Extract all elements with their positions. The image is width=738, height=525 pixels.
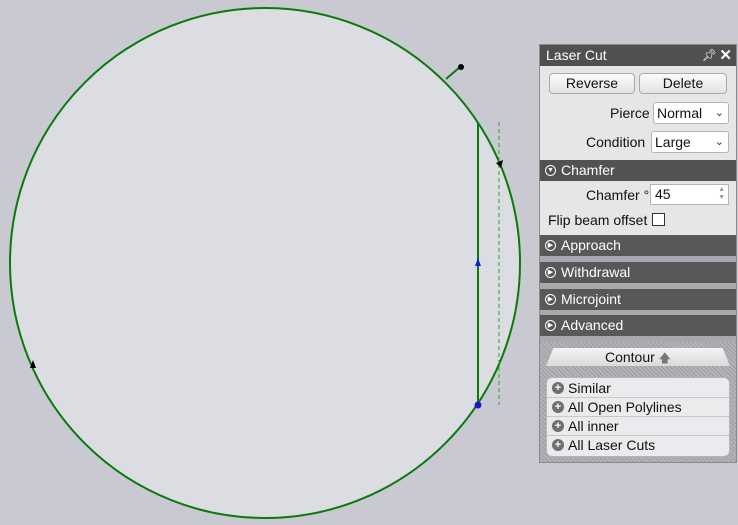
reverse-button[interactable]: Reverse [549, 73, 635, 94]
list-item[interactable]: + All Open Polylines [547, 398, 729, 417]
circle-contour[interactable] [9, 7, 521, 519]
lead-in-endpoint[interactable] [458, 64, 464, 70]
collapse-icon: ▼ [545, 165, 556, 176]
pin-icon[interactable]: 📌︎ [702, 45, 717, 66]
delete-button[interactable]: Delete [639, 73, 727, 94]
panel-titlebar: Laser Cut 📌︎ ✕ [540, 45, 736, 66]
approach-section-header[interactable]: ▶ Approach [540, 235, 736, 256]
lead-in-line[interactable] [445, 66, 461, 80]
withdrawal-section-label: Withdrawal [561, 264, 631, 280]
chamfer-section-label: Chamfer [561, 162, 615, 178]
condition-select[interactable]: Large ⌄ [651, 131, 729, 153]
flip-beam-label: Flip beam offset [548, 212, 648, 228]
list-item[interactable]: + All inner [547, 417, 729, 436]
add-icon: + [552, 420, 564, 432]
condition-label: Condition [586, 134, 646, 150]
panel-title: Laser Cut [546, 47, 607, 63]
expand-icon: ▶ [545, 320, 556, 331]
flip-beam-checkbox[interactable] [652, 213, 665, 226]
microjoint-section-header[interactable]: ▶ Microjoint [540, 289, 736, 310]
expand-icon: ▶ [545, 240, 556, 251]
arrow-up-icon: 🡅︎ [658, 351, 672, 365]
contour-tab[interactable]: Contour 🡅︎ [546, 348, 730, 366]
contour-tab-label: Contour [604, 349, 655, 365]
laser-cut-panel: Laser Cut 📌︎ ✕ Reverse Delete Pierce Nor… [539, 44, 737, 463]
list-item-label: Similar [568, 380, 611, 396]
chamfer-angle-value: 45 [655, 186, 671, 202]
list-item[interactable]: + Similar [547, 379, 729, 398]
contour-list: + Similar + All Open Polylines + All inn… [546, 377, 730, 457]
microjoint-section-label: Microjoint [561, 291, 621, 307]
chevron-down-icon: ⌄ [714, 136, 724, 148]
pierce-label: Pierce [610, 105, 650, 121]
list-item-label: All inner [568, 418, 619, 434]
expand-icon: ▶ [545, 294, 556, 305]
chamfer-section-header[interactable]: ▼ Chamfer [540, 160, 736, 181]
list-item-label: All Open Polylines [568, 399, 682, 415]
add-icon: + [552, 382, 564, 394]
pierce-select-value: Normal [657, 105, 703, 121]
chamfer-angle-input[interactable]: 45 ▲ ▼ [650, 184, 729, 205]
expand-icon: ▶ [545, 267, 556, 278]
withdrawal-section-header[interactable]: ▶ Withdrawal [540, 262, 736, 283]
advanced-section-label: Advanced [561, 317, 624, 333]
start-point-marker[interactable] [474, 401, 482, 409]
add-icon: + [552, 401, 564, 413]
add-icon: + [552, 439, 564, 451]
list-item-label: All Laser Cuts [568, 437, 656, 453]
pierce-select[interactable]: Normal ⌄ [653, 102, 729, 124]
advanced-section-header[interactable]: ▶ Advanced [540, 315, 736, 336]
chamfer-field-label: Chamfer ° [586, 187, 650, 203]
spinner-arrows-icon[interactable]: ▲ ▼ [718, 186, 725, 202]
chamfer-section: Chamfer ° 45 ▲ ▼ Flip beam offset [540, 181, 736, 235]
main-section: Reverse Delete Pierce Normal ⌄ Condition… [540, 66, 736, 160]
condition-select-value: Large [655, 134, 691, 150]
close-icon[interactable]: ✕ [719, 45, 732, 66]
chevron-down-icon: ⌄ [714, 107, 724, 119]
approach-section-label: Approach [561, 237, 621, 253]
list-item[interactable]: + All Laser Cuts [547, 436, 729, 455]
